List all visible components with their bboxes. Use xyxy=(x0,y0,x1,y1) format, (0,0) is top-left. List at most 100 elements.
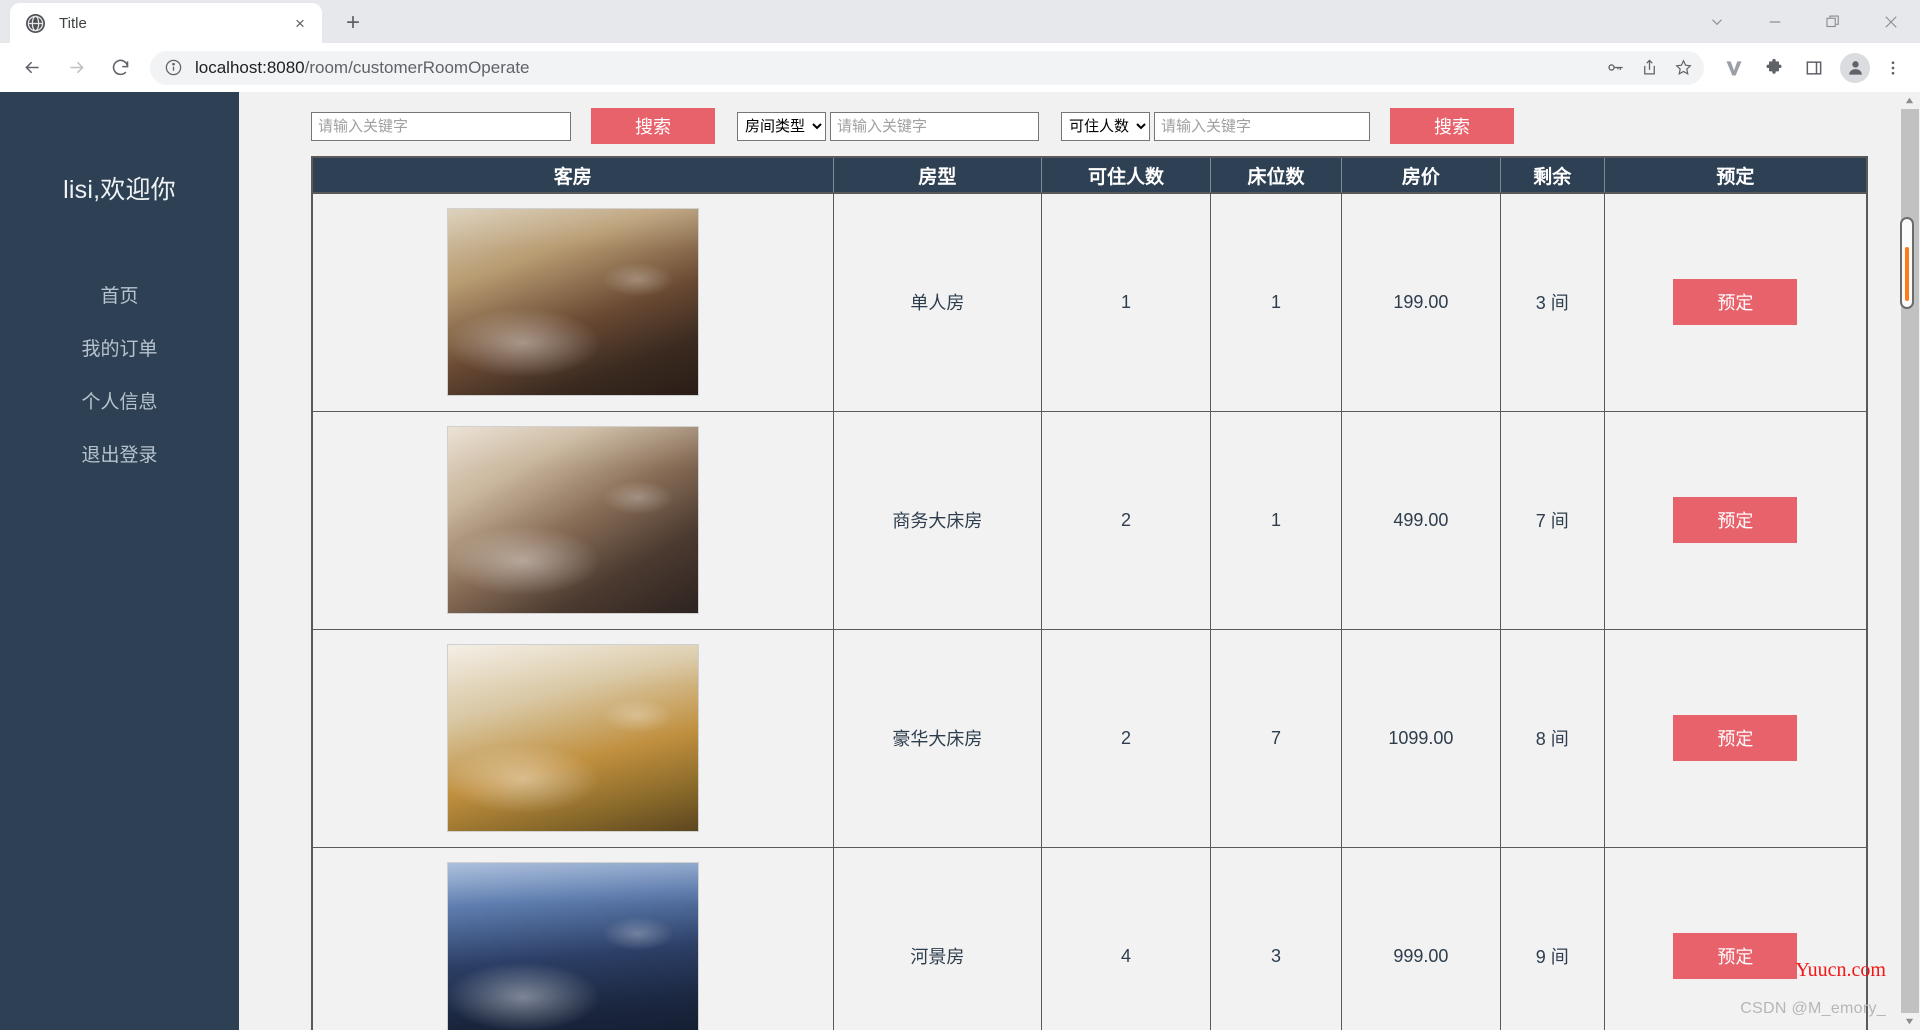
cell-capacity: 4 xyxy=(1041,846,1211,1030)
profile-avatar-icon[interactable] xyxy=(1840,52,1870,83)
search-button-1[interactable]: 搜索 xyxy=(591,108,715,144)
scrollbar-thumb[interactable] xyxy=(1900,217,1914,309)
close-icon[interactable]: × xyxy=(288,11,312,35)
globe-icon xyxy=(26,13,45,33)
book-button[interactable]: 预定 xyxy=(1673,279,1798,326)
cell-room-type: 河景房 xyxy=(832,846,1043,1030)
book-button[interactable]: 预定 xyxy=(1673,715,1798,761)
column-header-remaining: 剩余 xyxy=(1500,157,1605,194)
main-content: 搜索 房间类型 可住人数 搜索 xyxy=(239,92,1920,1030)
minimize-icon[interactable] xyxy=(1746,0,1804,43)
sidebar-item-my-orders[interactable]: 我的订单 xyxy=(0,321,239,374)
table-row: 商务大床房 2 1 499.00 7 间 预定 xyxy=(311,410,1868,630)
close-icon[interactable] xyxy=(1862,0,1920,43)
cell-room-type: 单人房 xyxy=(832,192,1043,412)
side-panel-icon[interactable] xyxy=(1796,50,1832,86)
page-viewport: lisi,欢迎你 首页 我的订单 个人信息 退出登录 搜索 房间类型 可住人数 xyxy=(0,92,1920,1030)
search-button-2[interactable]: 搜索 xyxy=(1390,108,1514,144)
cell-price: 199.00 xyxy=(1341,192,1501,412)
tab-title: Title xyxy=(59,14,87,32)
column-header-beds: 床位数 xyxy=(1210,157,1343,194)
cell-room-image xyxy=(311,628,834,848)
search-input-capacity[interactable] xyxy=(1154,111,1370,141)
scroll-down-arrow-icon[interactable] xyxy=(1899,1013,1920,1030)
url-path: /room/customerRoomOperate xyxy=(304,57,530,77)
cell-capacity: 2 xyxy=(1041,410,1211,630)
cell-book: 预定 xyxy=(1603,410,1868,630)
window-controls xyxy=(1688,0,1920,43)
reload-icon[interactable] xyxy=(102,50,138,86)
sidebar-item-profile[interactable]: 个人信息 xyxy=(0,374,239,427)
capacity-select[interactable]: 可住人数 xyxy=(1061,111,1150,141)
room-table: 客房 房型 可住人数 床位数 房价 剩余 预定 单人房 1 1 199.00 3… xyxy=(311,156,1868,1030)
browser-tab[interactable]: Title × xyxy=(10,3,322,43)
cell-room-image xyxy=(311,410,834,630)
cell-remaining: 8 间 xyxy=(1499,628,1605,848)
sidebar-item-home[interactable]: 首页 xyxy=(0,268,239,321)
book-button[interactable]: 预定 xyxy=(1673,497,1798,543)
column-header-room: 客房 xyxy=(312,157,834,194)
browser-toolbar: localhost:8080/room/customerRoomOperate xyxy=(0,43,1920,92)
room-photo[interactable] xyxy=(446,208,699,397)
cell-remaining: 7 间 xyxy=(1499,410,1605,630)
new-tab-button[interactable]: + xyxy=(336,6,370,40)
cell-room-image xyxy=(311,846,834,1030)
three-dot-menu-icon[interactable] xyxy=(1876,50,1910,86)
cell-beds: 3 xyxy=(1209,846,1343,1030)
cell-remaining: 9 间 xyxy=(1499,846,1605,1030)
cell-book: 预定 xyxy=(1603,628,1868,848)
key-icon[interactable] xyxy=(1598,51,1632,85)
address-bar-url: localhost:8080/room/customerRoomOperate xyxy=(195,58,530,78)
cell-room-image xyxy=(311,192,834,412)
room-photo[interactable] xyxy=(446,862,699,1030)
share-icon[interactable] xyxy=(1632,51,1666,85)
cell-price: 999.00 xyxy=(1341,846,1501,1030)
restore-icon[interactable] xyxy=(1804,0,1862,43)
column-header-capacity: 可住人数 xyxy=(1041,157,1211,194)
site-watermark: Yuucn.com xyxy=(1795,959,1886,981)
column-header-book: 预定 xyxy=(1604,157,1867,194)
table-row: 单人房 1 1 199.00 3 间 预定 xyxy=(311,192,1868,412)
url-host: localhost:8080 xyxy=(195,57,305,77)
room-type-select[interactable]: 房间类型 xyxy=(737,111,826,141)
tab-strip: Title × + xyxy=(0,0,1920,43)
page-scrollbar[interactable] xyxy=(1899,92,1920,1030)
book-button[interactable]: 预定 xyxy=(1673,933,1798,979)
cell-beds: 7 xyxy=(1209,628,1343,848)
column-header-price: 房价 xyxy=(1341,157,1501,194)
info-circle-icon[interactable] xyxy=(164,58,183,77)
room-photo[interactable] xyxy=(446,426,699,614)
vimium-v-icon[interactable] xyxy=(1716,50,1752,86)
address-bar[interactable]: localhost:8080/room/customerRoomOperate xyxy=(150,50,1704,85)
author-watermark: CSDN @M_emory_ xyxy=(1740,1000,1886,1017)
room-table-wrapper: 客房 房型 可住人数 床位数 房价 剩余 预定 单人房 1 1 199.00 3… xyxy=(239,156,1920,1030)
cell-capacity: 1 xyxy=(1041,192,1211,412)
search-input-room-type[interactable] xyxy=(830,111,1039,141)
welcome-message: lisi,欢迎你 xyxy=(63,176,176,204)
table-row: 河景房 4 3 999.00 9 间 预定 xyxy=(311,846,1868,1030)
cell-price: 499.00 xyxy=(1341,410,1501,630)
chevron-down-icon[interactable] xyxy=(1688,0,1746,43)
cell-room-type: 豪华大床房 xyxy=(832,628,1043,848)
cell-remaining: 3 间 xyxy=(1499,192,1605,412)
cell-beds: 1 xyxy=(1209,192,1343,412)
room-photo[interactable] xyxy=(446,644,699,832)
cell-room-type: 商务大床房 xyxy=(832,410,1043,630)
table-row: 豪华大床房 2 7 1099.00 8 间 预定 xyxy=(311,628,1868,848)
cell-capacity: 2 xyxy=(1041,628,1211,848)
sidebar-item-logout[interactable]: 退出登录 xyxy=(0,427,239,480)
sidebar-nav: 首页 我的订单 个人信息 退出登录 xyxy=(0,268,239,480)
puzzle-extension-icon[interactable] xyxy=(1756,50,1792,86)
back-arrow-icon[interactable] xyxy=(14,50,50,86)
search-input-keyword[interactable] xyxy=(311,111,571,141)
app-sidebar: lisi,欢迎你 首页 我的订单 个人信息 退出登录 xyxy=(0,92,239,1030)
forward-arrow-icon[interactable] xyxy=(58,50,94,86)
scroll-up-arrow-icon[interactable] xyxy=(1899,92,1920,109)
omnibox-actions xyxy=(1598,51,1700,85)
column-header-type: 房型 xyxy=(833,157,1043,194)
star-icon[interactable] xyxy=(1666,51,1700,85)
cell-book: 预定 xyxy=(1603,192,1868,412)
scrollbar-thumb-indicator xyxy=(1905,247,1909,301)
search-toolbar: 搜索 房间类型 可住人数 搜索 xyxy=(239,92,1920,156)
cell-beds: 1 xyxy=(1209,410,1343,630)
